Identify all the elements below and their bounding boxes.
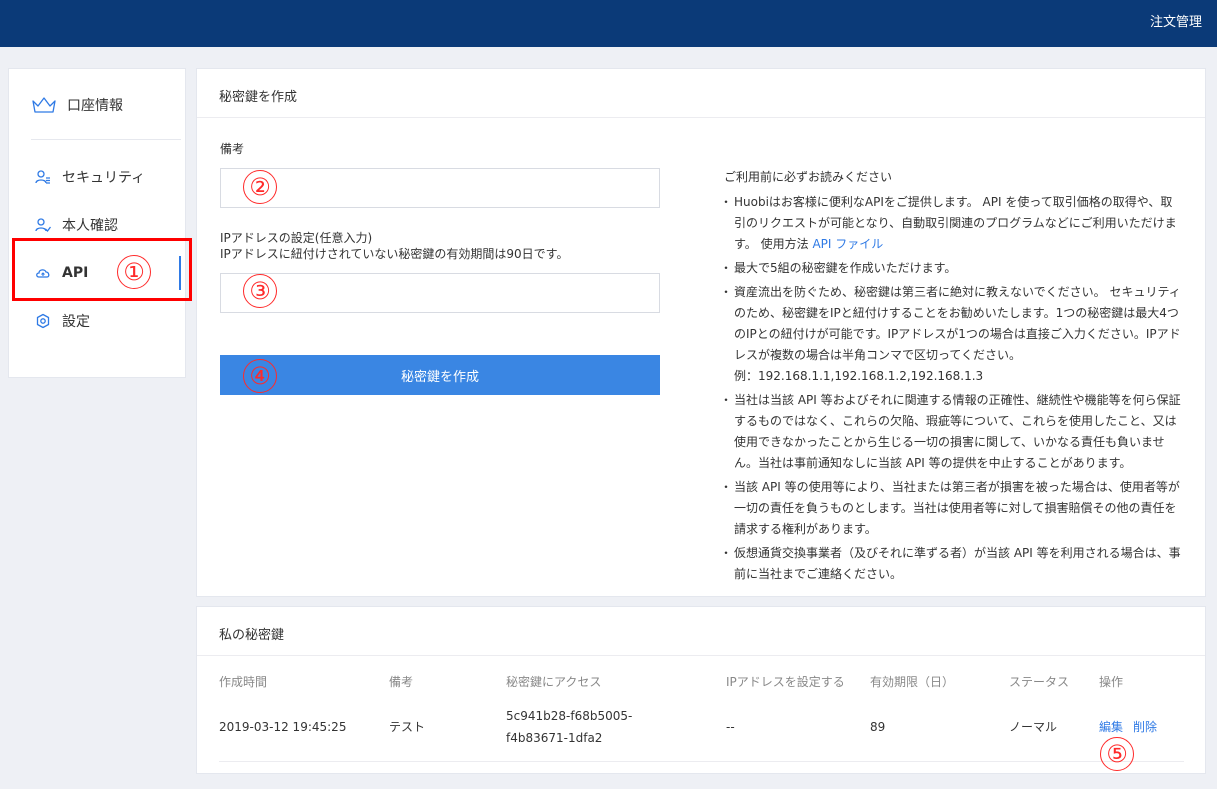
table-header-row: 作成時間 備考 秘密鍵にアクセス IPアドレスを設定する 有効期限（日） ステー… [219, 669, 1184, 693]
sidebar-item-security[interactable]: セキュリティ [9, 157, 187, 197]
sidebar-item-label: 口座情報 [67, 98, 123, 114]
annotation-marker-5: ⑤ [1100, 737, 1134, 771]
column-header: 有効期限（日） [870, 674, 955, 689]
sidebar-item-label: 本人確認 [62, 218, 118, 234]
created-cell: 2019-03-12 19:45:25 [219, 693, 389, 762]
annotation-marker-4: ④ [243, 359, 277, 393]
ip-label: IPアドレスの設定(任意入力) [220, 231, 373, 245]
sidebar-item-label: セキュリティ [62, 170, 146, 186]
note-input[interactable] [220, 168, 660, 208]
crown-icon [31, 96, 57, 114]
notice-item: 最大で5組の秘密鍵を作成いただけます。 [720, 258, 1184, 279]
panel-divider [197, 655, 1205, 656]
ip-cell: -- [726, 693, 870, 762]
panel-title: 秘密鍵を作成 [219, 90, 298, 105]
usage-notice: ご利用前に必ずお読みください Huobiはお客様に便利なAPIをご提供します。 … [720, 167, 1184, 588]
user-shield-icon [34, 168, 52, 186]
annotation-marker-1: ① [117, 255, 151, 289]
notice-item: 仮想通貨交換事業者（及びそれに準ずる者）が当該 API 等を利用される場合は、事… [720, 543, 1184, 585]
notice-item: Huobiはお客様に便利なAPIをご提供します。 API を使って取引価格の取得… [720, 192, 1184, 255]
column-header: ステータス [1009, 674, 1070, 689]
ip-address-input[interactable] [220, 273, 660, 313]
column-header: 作成時間 [219, 674, 268, 689]
annotation-marker-3: ③ [243, 274, 277, 308]
order-management-link[interactable]: 注文管理 [1150, 11, 1202, 30]
notice-item: 当社は当該 API 等およびそれに関連する情報の正確性、継続性や機能等を何ら保証… [720, 390, 1184, 474]
column-header: 操作 [1099, 674, 1124, 689]
status-cell: ノーマル [1009, 693, 1099, 762]
panel-divider [197, 117, 1205, 118]
delete-link[interactable]: 削除 [1133, 720, 1157, 734]
sidebar: 口座情報 セキュリティ 本人確認 API 設定 [8, 68, 186, 378]
top-navigation-bar: 注文管理 [0, 0, 1217, 47]
panel-title: 私の秘密鍵 [219, 628, 285, 643]
notice-heading: ご利用前に必ずお読みください [724, 170, 893, 184]
sidebar-item-label: 設定 [62, 314, 90, 330]
note-label: 備考 [220, 142, 245, 156]
column-header: 備考 [389, 674, 414, 689]
sidebar-divider [31, 139, 181, 140]
notice-item: 当該 API 等の使用等により、当社または第三者が損害を被った場合は、使用者等が… [720, 477, 1184, 540]
table-row: 2019-03-12 19:45:25 テスト 5c941b28-f68b500… [219, 693, 1184, 762]
gear-icon [34, 312, 52, 330]
access-key-cell: 5c941b28-f68b5005- f4b83671-1dfa2 [506, 693, 726, 762]
user-check-icon [34, 216, 52, 234]
sidebar-item-settings[interactable]: 設定 [9, 301, 187, 341]
api-file-link[interactable]: API ファイル [812, 237, 883, 251]
keys-table: 作成時間 備考 秘密鍵にアクセス IPアドレスを設定する 有効期限（日） ステー… [219, 669, 1184, 762]
sidebar-item-account-info[interactable]: 口座情報 [9, 85, 187, 125]
expiry-cell: 89 [870, 693, 1009, 762]
notice-item: 資産流出を防ぐため、秘密鍵は第三者に絶対に教えないでください。 セキュリティのた… [720, 282, 1184, 387]
annotation-marker-2: ② [243, 170, 277, 204]
note-cell: テスト [389, 693, 506, 762]
ip-hint: IPアドレスに紐付けされていない秘密鍵の有効期間は90日です。 [220, 247, 569, 261]
my-keys-panel: 私の秘密鍵 作成時間 備考 秘密鍵にアクセス IPアドレスを設定する 有効期限（… [196, 606, 1206, 774]
create-key-button[interactable]: 秘密鍵を作成 [220, 355, 660, 395]
column-header: 秘密鍵にアクセス [506, 674, 602, 689]
edit-link[interactable]: 編集 [1099, 720, 1123, 734]
column-header: IPアドレスを設定する [726, 674, 845, 689]
create-key-panel: 秘密鍵を作成 備考 IPアドレスの設定(任意入力) IPアドレスに紐付けされてい… [196, 68, 1206, 597]
annotation-highlight-box [12, 238, 192, 301]
